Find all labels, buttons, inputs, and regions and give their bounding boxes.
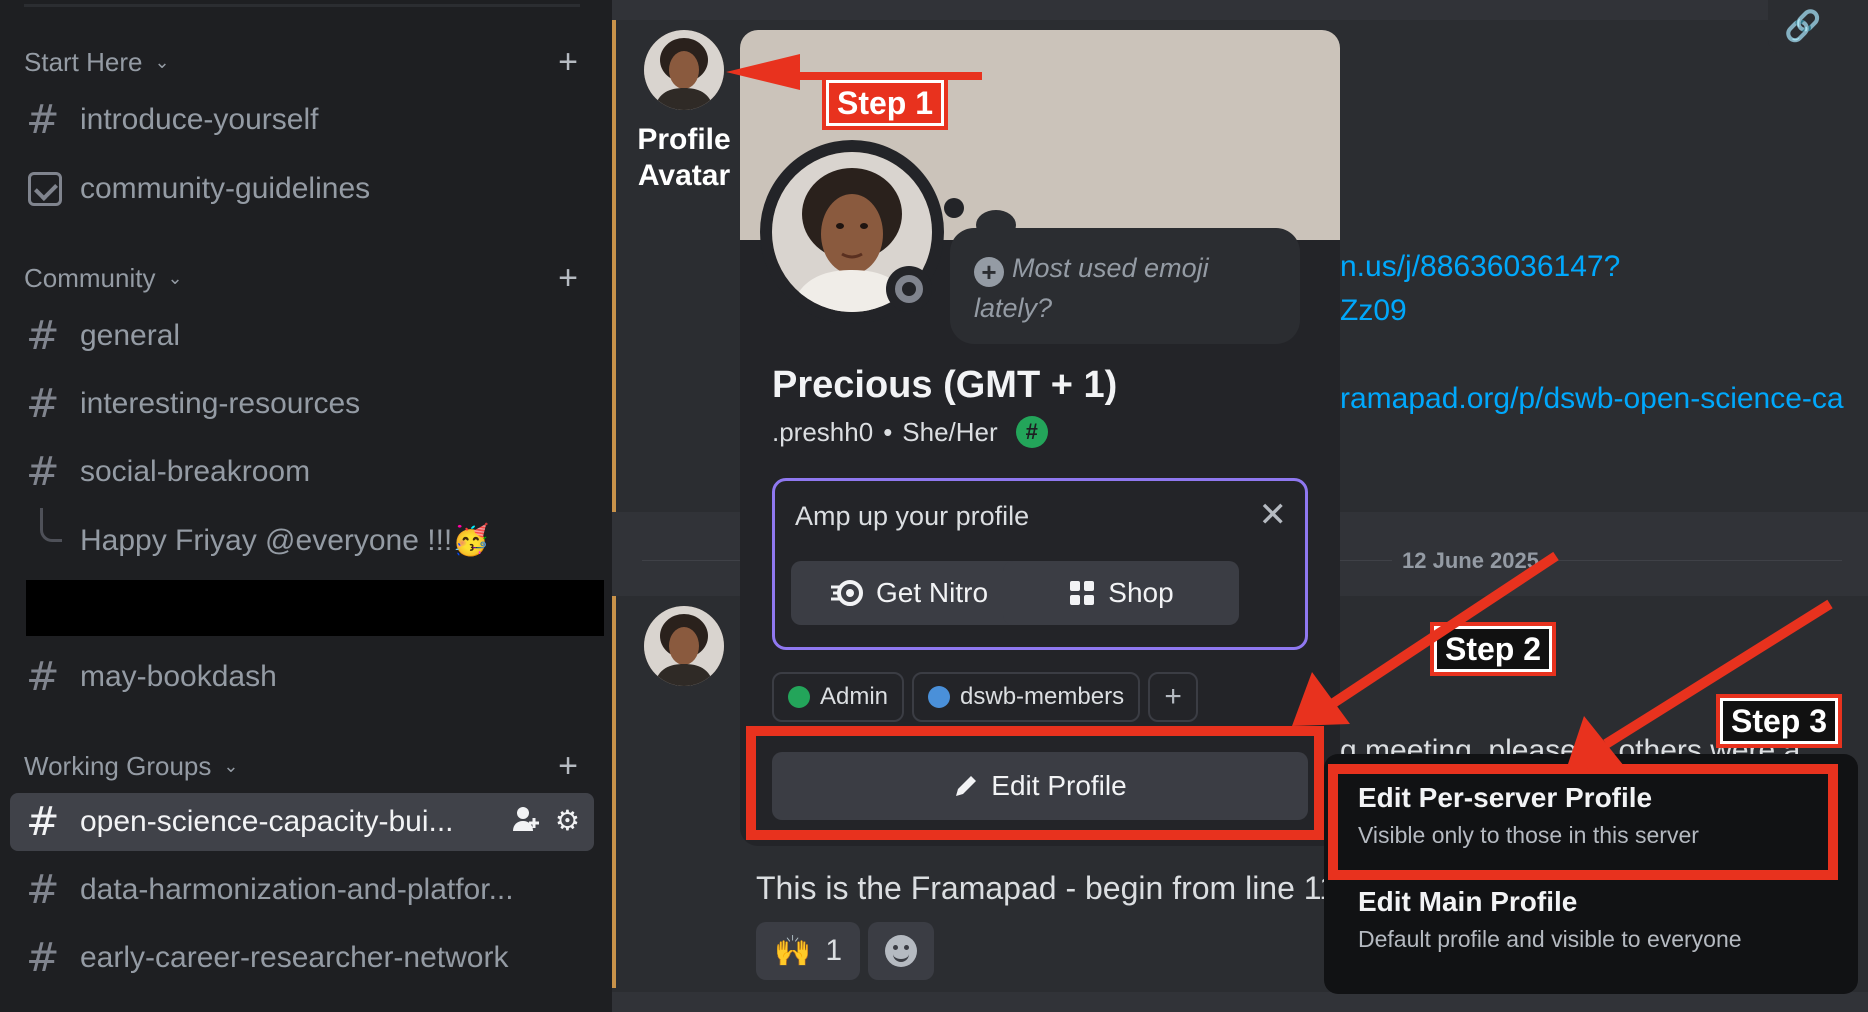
username-line: .preshh0 • She/Her #: [772, 416, 1048, 448]
profile-popout: + Most used emoji lately? Precious (GMT +…: [740, 30, 1340, 846]
channel-name: general: [80, 319, 181, 352]
category-working-groups[interactable]: Working Groups ⌄ +: [24, 746, 590, 786]
zoom-link-tail[interactable]: Zz09: [1340, 294, 1407, 328]
avatar[interactable]: [644, 30, 724, 110]
per-server-highlight-box: [1328, 764, 1838, 880]
add-channel-icon[interactable]: +: [558, 261, 578, 295]
step-1-label: Step 1: [822, 76, 949, 130]
username[interactable]: .preshh0: [772, 417, 873, 448]
step-2-label: Step 2: [1430, 622, 1557, 676]
channel-early-career[interactable]: # early-career-researcher-network: [10, 929, 594, 987]
hash-icon: #: [26, 935, 60, 981]
display-name: Precious (GMT + 1): [772, 364, 1118, 406]
rules-checkbox-icon: [28, 172, 62, 206]
hash-icon: #: [26, 654, 60, 700]
menu-item-subtitle: Default profile and visible to everyone: [1358, 926, 1742, 952]
channel-sidebar: Start Here ⌄ + # introduce-yourself comm…: [0, 0, 612, 1012]
category-community[interactable]: Community ⌄ +: [24, 258, 590, 298]
channel-may-bookdash[interactable]: # may-bookdash: [10, 648, 594, 706]
nitro-upsell-box: Amp up your profile ✕ Get Nitro Shop: [772, 478, 1308, 650]
sidebar-divider: [24, 4, 580, 7]
category-label: Community: [24, 262, 156, 293]
hash-icon: #: [26, 313, 60, 359]
highlight-bar: [612, 20, 616, 512]
pronouns: She/Her: [902, 416, 998, 447]
settings-gear-icon[interactable]: ⚙: [555, 804, 580, 841]
channel-name: data-harmonization-and-platfor...: [80, 873, 514, 906]
hash-icon: #: [26, 867, 60, 913]
role-color-dot: [928, 686, 951, 708]
channel-name: community-guidelines: [80, 172, 371, 205]
reaction-raised-hands[interactable]: 🙌 1: [756, 922, 860, 980]
hash-icon: #: [26, 381, 60, 427]
invite-member-icon[interactable]: [511, 804, 541, 841]
redacted-channel: [26, 580, 604, 636]
shop-icon: [1070, 581, 1095, 605]
channel-name: introduce-yourself: [80, 103, 319, 136]
role-name: Admin: [820, 683, 889, 710]
category-label: Working Groups: [24, 750, 212, 781]
date-label: 12 June 2025: [1392, 548, 1549, 574]
add-role-button[interactable]: +: [1148, 672, 1199, 722]
menu-item-title: Edit Main Profile: [1358, 886, 1578, 917]
category-start-here[interactable]: Start Here ⌄ +: [24, 42, 590, 82]
channel-introduce-yourself[interactable]: # introduce-yourself: [10, 91, 594, 149]
channel-name: interesting-resources: [80, 387, 361, 420]
shop-button[interactable]: Shop: [1003, 561, 1239, 625]
zoom-link[interactable]: n.us/j/88636036147?: [1340, 250, 1620, 284]
step-3-label: Step 3: [1716, 694, 1843, 748]
plus-circle-icon: +: [974, 257, 1004, 287]
status-offline-icon: [886, 266, 932, 312]
edit-profile-highlight-box: [746, 726, 1324, 840]
hash-icon: #: [26, 799, 60, 845]
role-admin[interactable]: Admin: [772, 672, 905, 722]
profile-avatar-annotation: Profile Avatar: [637, 123, 731, 192]
framapad-link[interactable]: ramapad.org/p/dswb-open-science-ca: [1340, 382, 1844, 416]
chevron-down-icon: ⌄: [167, 267, 183, 288]
channel-open-science-capacity[interactable]: # open-science-capacity-bui... ⚙: [10, 793, 594, 851]
message-text: This is the Framapad - begin from line 1…: [756, 870, 1364, 906]
role-name: dswb-members: [960, 683, 1125, 710]
link-icon[interactable]: 🔗: [1784, 9, 1821, 44]
hash-icon: #: [26, 449, 60, 495]
category-label: Start Here: [24, 46, 143, 77]
channel-data-harmonization[interactable]: # data-harmonization-and-platfor...: [10, 861, 594, 919]
add-channel-icon[interactable]: +: [558, 749, 578, 783]
raised-hands-emoji: 🙌: [773, 934, 812, 968]
chevron-down-icon: ⌄: [154, 51, 170, 72]
channel-name: social-breakroom: [80, 455, 311, 488]
upsell-title: Amp up your profile: [795, 501, 1030, 531]
reaction-count: 1: [825, 934, 843, 967]
channel-community-guidelines[interactable]: community-guidelines: [10, 160, 594, 218]
smiley-icon: [885, 935, 917, 967]
role-dswb-members[interactable]: dswb-members: [912, 672, 1141, 722]
channel-social-breakroom[interactable]: # social-breakroom: [10, 443, 594, 501]
add-channel-icon[interactable]: +: [558, 45, 578, 79]
thread-name: Happy Friyay @everyone !!!🥳: [80, 523, 490, 557]
channel-name: may-bookdash: [80, 660, 277, 693]
separator: •: [883, 416, 893, 447]
add-reaction-button[interactable]: [868, 922, 934, 980]
get-nitro-button[interactable]: Get Nitro: [791, 561, 1027, 625]
message-toolbar: 🔗: [1768, 0, 1868, 52]
channel-name: early-career-researcher-network: [80, 941, 509, 974]
role-color-dot: [788, 686, 810, 708]
role-list: Admin dswb-members +: [772, 672, 1199, 722]
avatar[interactable]: [644, 606, 724, 686]
close-icon[interactable]: ✕: [1259, 495, 1288, 535]
channel-name: open-science-capacity-bui...: [80, 805, 454, 838]
channel-interesting-resources[interactable]: # interesting-resources: [10, 375, 594, 433]
chevron-down-icon: ⌄: [223, 755, 239, 776]
hash-icon: #: [26, 97, 60, 143]
highlight-bar: [612, 596, 616, 988]
emoji-prompt: Most used emoji lately?: [974, 253, 1209, 323]
nitro-icon: [830, 580, 863, 606]
get-nitro-label: Get Nitro: [875, 577, 989, 608]
thread-happy-friyay[interactable]: Happy Friyay @everyone !!!🥳: [10, 511, 594, 569]
shop-label: Shop: [1108, 577, 1174, 608]
menu-item-main-profile[interactable]: Edit Main Profile Default profile and vi…: [1342, 872, 1840, 968]
channel-general[interactable]: # general: [10, 307, 594, 365]
hashtag-badge-icon[interactable]: #: [1015, 416, 1048, 448]
custom-status-bubble[interactable]: + Most used emoji lately?: [950, 228, 1300, 344]
